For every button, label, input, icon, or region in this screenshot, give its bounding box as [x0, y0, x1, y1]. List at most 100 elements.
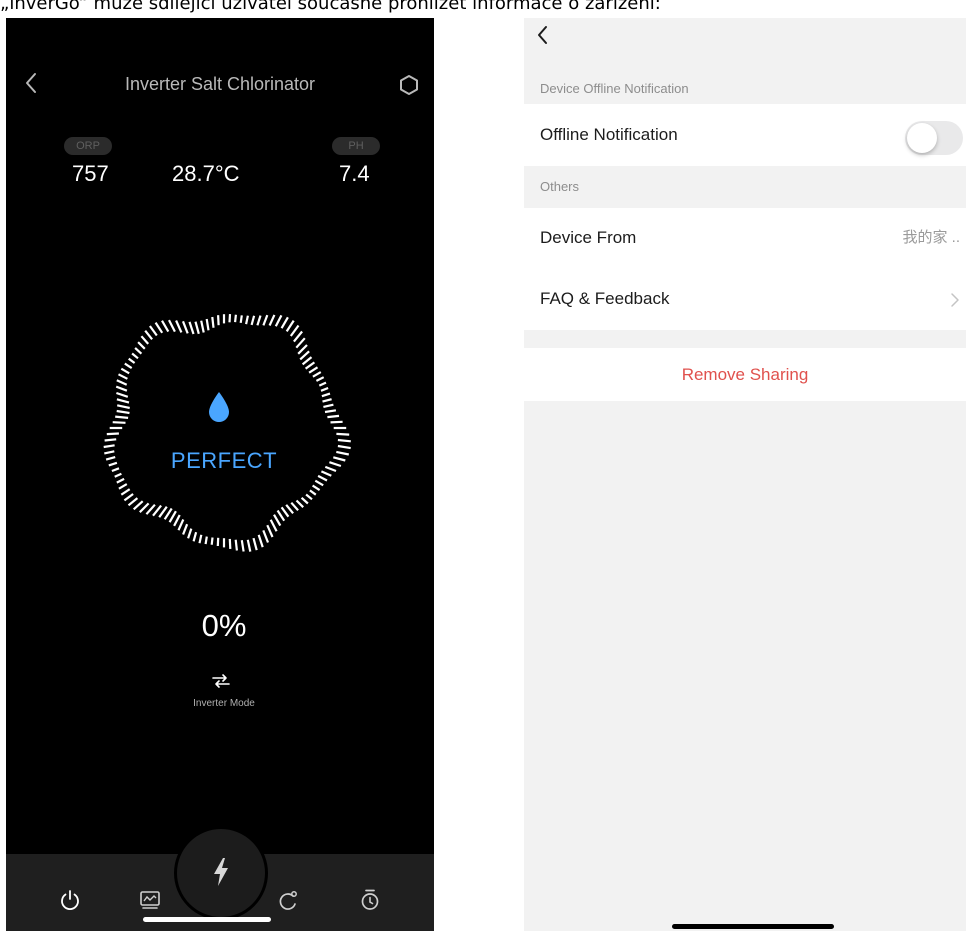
ring-bar — [327, 414, 340, 419]
ring-bar — [320, 386, 329, 392]
ring-bar — [137, 341, 146, 350]
ring-bar — [114, 472, 122, 478]
ring-bar — [301, 356, 313, 366]
section-header-others: Others — [524, 166, 966, 208]
ring-bar — [268, 314, 276, 326]
ring-bar — [123, 493, 134, 502]
ring-bar — [118, 483, 128, 490]
ring-bar — [145, 503, 156, 515]
ring-bar — [187, 528, 193, 539]
ring-bar — [116, 404, 130, 410]
cycle-icon[interactable] — [276, 888, 300, 912]
ring-bar — [120, 488, 131, 496]
ring-bar — [124, 362, 133, 370]
ph-value: 7.4 — [339, 161, 370, 186]
ring-bar — [163, 507, 173, 520]
ring-bar — [188, 321, 195, 335]
ring-bar — [245, 315, 249, 325]
ring-bar — [336, 450, 350, 456]
ring-bar — [154, 322, 164, 334]
ring-bar — [315, 376, 325, 382]
ring-bar — [314, 479, 324, 487]
ring-bar — [280, 506, 290, 518]
ring-bar — [297, 344, 308, 355]
inverter-mode-icon[interactable] — [210, 672, 232, 690]
back-icon[interactable] — [22, 68, 42, 98]
device-from-row[interactable]: Device From 我的家 .. — [524, 208, 966, 268]
temperature-value: 28.7°C — [172, 161, 240, 186]
ring-bar — [266, 524, 274, 538]
ring-bar — [168, 510, 177, 523]
ring-bar — [312, 484, 321, 492]
offline-notification-row: Offline Notification — [524, 104, 966, 166]
back-icon[interactable] — [534, 22, 552, 48]
ring-bar — [116, 391, 129, 398]
ring-bar — [322, 398, 332, 403]
ring-bar — [228, 538, 232, 549]
ring-bar — [305, 493, 313, 501]
ring-bar — [115, 385, 128, 392]
ring-bar — [250, 315, 256, 326]
power-icon[interactable] — [58, 888, 82, 912]
output-percent: 0% — [201, 608, 247, 643]
ring-bar — [337, 438, 351, 443]
offline-notification-toggle[interactable] — [905, 121, 963, 155]
ring-bar — [246, 539, 252, 552]
device-control-screen: Inverter Salt Chlorinator ORP PH 757 28.… — [6, 18, 434, 931]
ring-bar — [132, 500, 144, 511]
ring-bar — [168, 319, 176, 333]
ring-bar — [173, 514, 181, 527]
ring-bar — [309, 489, 317, 496]
ring-bar — [228, 314, 232, 323]
ring-bar — [321, 392, 331, 398]
ring-bar — [274, 314, 283, 327]
ring-bar — [103, 444, 115, 449]
page-title: Inverter Salt Chlorinator — [124, 74, 316, 94]
ring-bar — [205, 318, 210, 331]
ring-bar — [181, 320, 189, 334]
ring-bar — [280, 316, 289, 329]
ring-bar — [140, 335, 150, 345]
ring-bar — [308, 366, 319, 374]
ring-bar — [234, 314, 237, 323]
ring-bar — [105, 456, 116, 461]
ring-bar — [134, 347, 143, 355]
ring-bar — [161, 320, 170, 333]
ring-bar — [257, 534, 264, 548]
timer-icon[interactable] — [358, 888, 382, 912]
ring-bar — [293, 330, 303, 343]
ring-bar — [337, 444, 351, 450]
boost-button[interactable] — [174, 826, 268, 920]
ring-bar — [112, 421, 126, 424]
ring-bar — [300, 496, 309, 505]
ring-bar — [333, 456, 346, 462]
ring-bar — [262, 530, 270, 543]
ring-bar — [175, 320, 183, 333]
chart-icon[interactable] — [138, 888, 162, 912]
offline-notification-label: Offline Notification — [540, 125, 678, 144]
ring-bar — [295, 499, 304, 508]
ring-bar — [273, 514, 282, 527]
ring-bar — [324, 465, 337, 473]
ring-bar — [269, 519, 278, 532]
ring-bar — [111, 467, 120, 473]
ring-bar — [194, 321, 200, 335]
ring-bar — [312, 371, 322, 378]
ring-bar — [336, 432, 350, 436]
ring-bar — [127, 497, 139, 507]
ring-bar — [256, 315, 262, 326]
ring-bar — [108, 461, 118, 467]
ring-bar — [118, 373, 128, 380]
ring-bar — [198, 534, 203, 544]
settings-hexagon-icon[interactable] — [398, 74, 420, 96]
lightning-icon — [214, 858, 228, 886]
ring-bars-graphic — [103, 314, 351, 552]
ring-bar — [116, 409, 130, 415]
ring-bar — [318, 381, 327, 387]
device-from-value: 我的家 .. — [902, 229, 960, 246]
faq-feedback-row[interactable]: FAQ & Feedback — [524, 268, 966, 330]
ring-bar — [329, 461, 342, 468]
remove-sharing-button[interactable]: Remove Sharing — [524, 348, 966, 401]
home-indicator — [672, 924, 834, 929]
ring-bar — [210, 537, 214, 545]
